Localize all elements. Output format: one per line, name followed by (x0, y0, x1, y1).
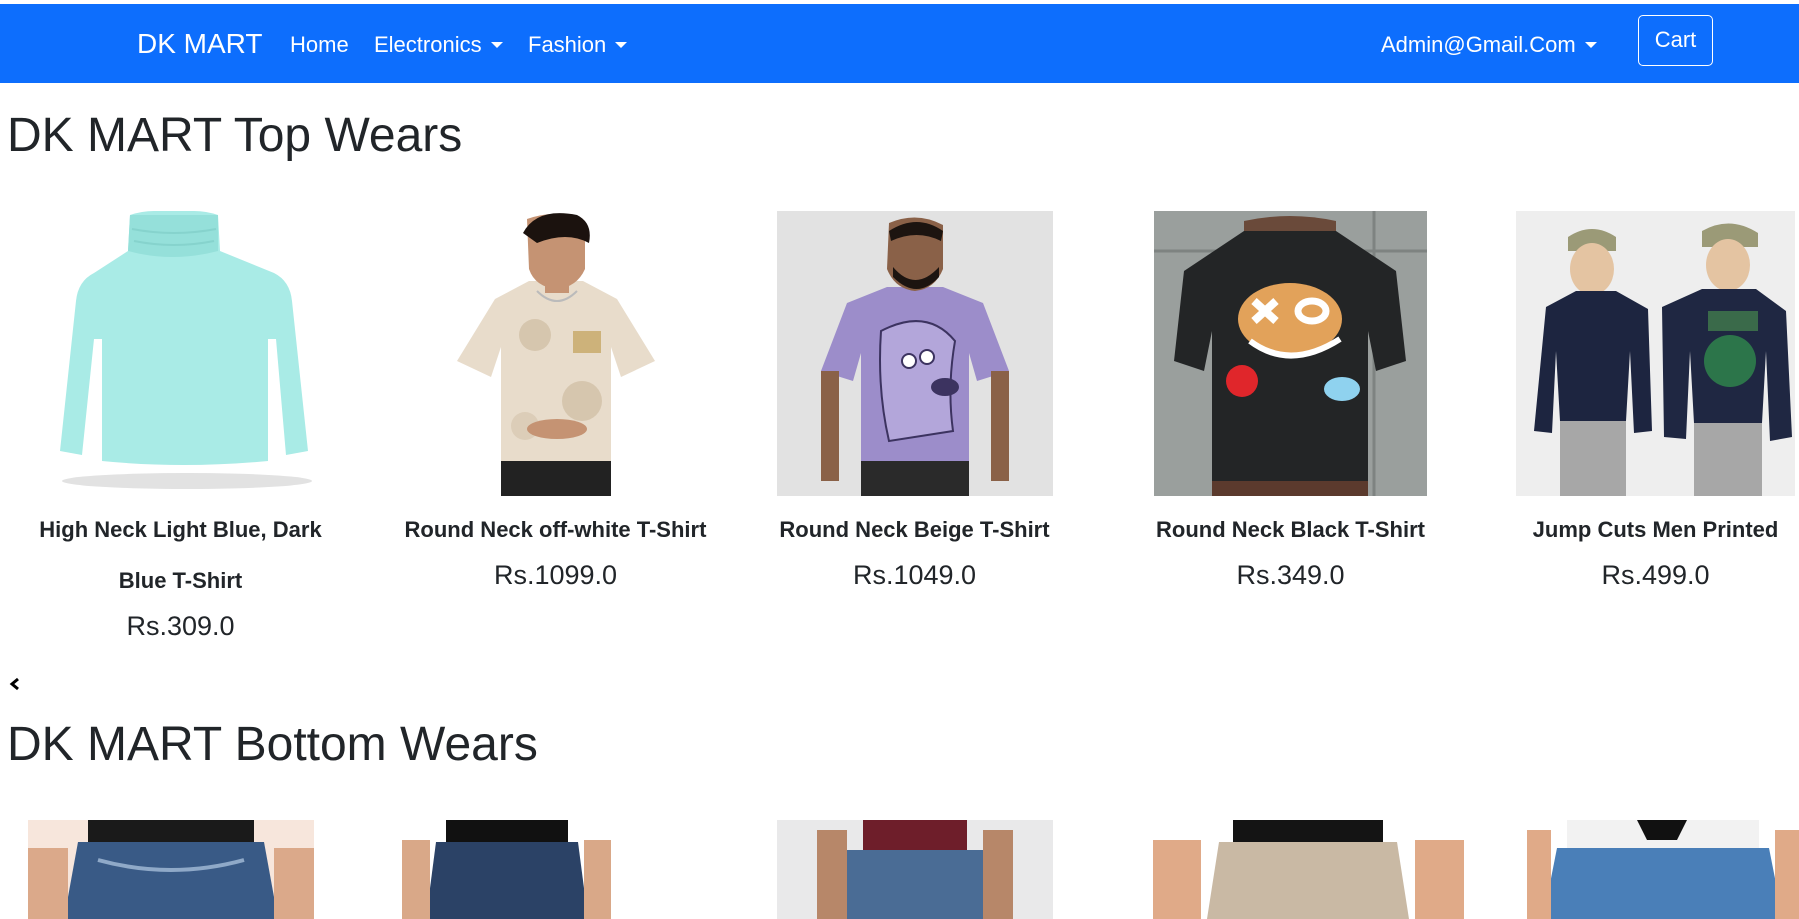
cart-button[interactable]: Cart (1638, 15, 1713, 66)
nav-electronics-label: Electronics (374, 32, 482, 57)
product-name[interactable]: Jump Cuts Men Printed (1498, 504, 1799, 555)
product-price: Rs.1099.0 (493, 560, 618, 590)
product-image[interactable] (28, 820, 314, 919)
product-card[interactable]: High Neck Light Blue, Dark Blue T-Shirt … (23, 211, 338, 646)
product-name[interactable]: Round Neck Black T-Shirt (1133, 504, 1448, 555)
product-price: Rs.499.0 (1601, 560, 1710, 590)
navbar: DK MART Home Electronics Fashion Admin@G… (0, 4, 1799, 83)
product-price: Rs.309.0 (126, 611, 235, 641)
product-image[interactable] (1153, 820, 1464, 919)
product-card[interactable]: Round Neck Beige T-Shirt Rs.1049.0 (757, 211, 1072, 595)
product-image[interactable] (1154, 211, 1427, 496)
product-image[interactable] (777, 820, 1053, 919)
caret-down-icon (615, 42, 628, 48)
product-image[interactable] (42, 211, 319, 496)
brand-logo[interactable]: DK MART (137, 28, 263, 60)
product-price: Rs.349.0 (1236, 560, 1345, 590)
product-image[interactable] (417, 211, 694, 496)
nav-fashion-label: Fashion (528, 32, 607, 57)
product-image[interactable] (1516, 211, 1795, 496)
nav-home-link[interactable]: Home (290, 32, 349, 58)
account-label: Admin@Gmail.Com (1381, 32, 1576, 57)
carousel-prev-button[interactable] (5, 671, 25, 697)
product-card[interactable]: Round Neck off-white T-Shirt Rs.1099.0 (398, 211, 713, 595)
account-dropdown[interactable]: Admin@Gmail.Com (1381, 32, 1597, 58)
chevron-left-icon (9, 677, 19, 691)
top-wears-title: DK MART Top Wears (7, 109, 463, 162)
product-name[interactable]: High Neck Light Blue, Dark Blue T-Shirt (23, 504, 338, 606)
product-price: Rs.1049.0 (852, 560, 977, 590)
product-card[interactable]: Round Neck Black T-Shirt Rs.349.0 (1133, 211, 1448, 595)
product-image[interactable] (776, 211, 1053, 496)
bottom-wears-title: DK MART Bottom Wears (7, 718, 538, 771)
nav-home-label: Home (290, 32, 349, 57)
caret-down-icon (1584, 42, 1597, 48)
product-card[interactable]: Jump Cuts Men Printed Rs.499.0 (1498, 211, 1799, 595)
nav-fashion-dropdown[interactable]: Fashion (528, 32, 628, 58)
product-image[interactable] (1527, 820, 1799, 919)
product-image[interactable] (402, 820, 611, 919)
nav-electronics-dropdown[interactable]: Electronics (374, 32, 503, 58)
caret-down-icon (490, 42, 503, 48)
product-name[interactable]: Round Neck off-white T-Shirt (398, 504, 713, 555)
product-name[interactable]: Round Neck Beige T-Shirt (757, 504, 1072, 555)
